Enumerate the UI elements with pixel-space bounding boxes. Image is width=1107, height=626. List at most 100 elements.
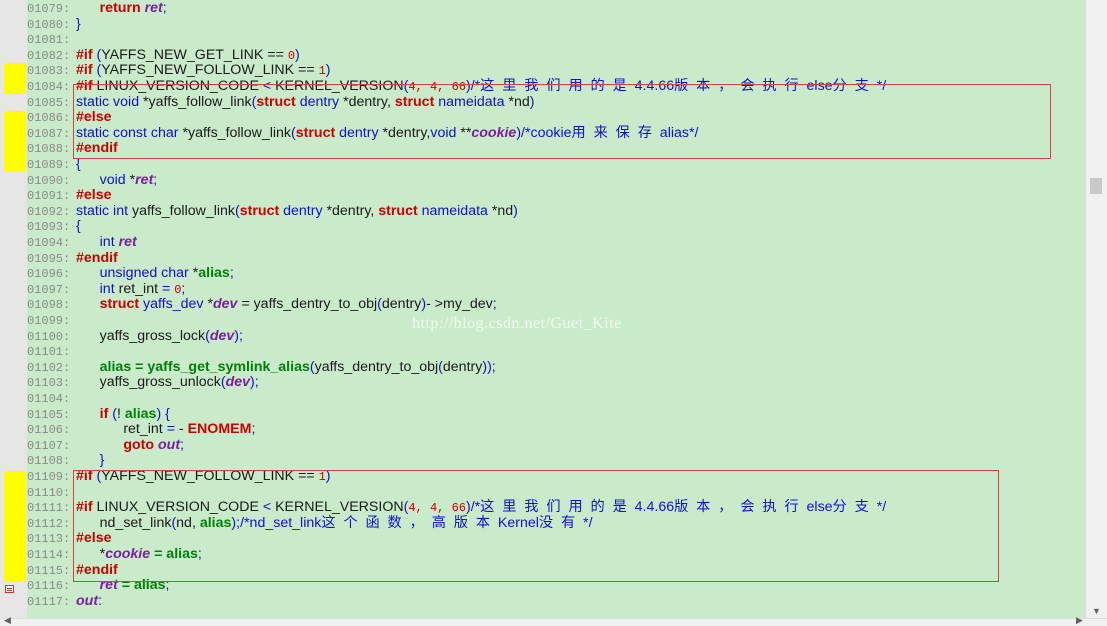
editor-gutter (0, 0, 27, 618)
code-token: ) (325, 62, 331, 79)
code-token: ENOMEM (187, 421, 252, 438)
code-token: struct (378, 202, 422, 219)
code-token: ; (229, 265, 234, 282)
code-token: static int (76, 202, 132, 219)
code-token: ret (118, 234, 137, 250)
line-number: 01091: (27, 189, 71, 204)
code-view[interactable]: 01079: return ret; 01080:} 01081: 01082: #if… (27, 0, 1085, 618)
line-number: 01092: (27, 204, 71, 219)
code-token: dev (225, 374, 251, 391)
code-token: out (76, 592, 99, 609)
code-line: 01095: #endif (27, 249, 118, 267)
code-token: ; (491, 358, 496, 375)
change-marker (4, 111, 26, 141)
code-line: 01093: { (27, 219, 81, 235)
code-token: ; (251, 421, 256, 438)
code-line: 01103: yaffs_gross_unlock(dev); (27, 375, 259, 391)
line-number: 01109: (27, 470, 71, 484)
code-line: 01101: (27, 344, 76, 360)
code-token: YAFFS_NEW_GET_LINK == (101, 46, 288, 63)
vertical-scrollbar[interactable]: ▼ (1085, 0, 1107, 618)
code-token: alias (198, 265, 230, 282)
code-token: ; (162, 0, 167, 16)
code-token: yaffs_follow_link (131, 202, 236, 219)
code-token: ret_int (123, 421, 167, 438)
code-token: int (99, 234, 119, 250)
line-number: 01087: (27, 126, 71, 141)
highlight-box-set-link-block (73, 470, 999, 582)
diff-marker-icon[interactable] (5, 585, 14, 593)
code-token: ; (239, 327, 243, 344)
scrollbar-thumb[interactable] (1090, 178, 1102, 194)
code-line: 01089:{ (27, 156, 81, 173)
scroll-right-arrow-icon[interactable]: ▶ (1076, 615, 1083, 626)
change-marker (4, 63, 26, 94)
line-number: 01101: (27, 345, 71, 360)
code-line: 01081: (27, 32, 76, 48)
code-line: 01083: #if (YAFFS_NEW_FOLLOW_LINK == 1) (27, 63, 331, 79)
code-token: yaffs_dev (143, 296, 208, 313)
line-number: 01090: (27, 173, 71, 188)
code-token: ; (180, 436, 184, 453)
code-token: YAFFS_NEW_FOLLOW_LINK == (101, 62, 319, 79)
code-token: - (178, 421, 188, 438)
code-token: alias (124, 405, 157, 422)
code-token: nameidata (421, 202, 492, 219)
line-number: 01086: (27, 111, 71, 126)
code-token: yaffs_gross_lock (99, 327, 206, 344)
code-token: ! (117, 405, 125, 422)
code-token: ; (254, 374, 259, 391)
code-token: : (98, 592, 103, 609)
code-token: dev (209, 327, 235, 344)
code-token: return (99, 0, 145, 16)
code-token: } (76, 15, 81, 32)
code-token: ; (492, 296, 497, 313)
code-token: = (166, 421, 179, 438)
horizontal-scrollbar[interactable]: ◀ ▶ (0, 615, 1107, 626)
code-token: = yaffs_get_symlink_alias (131, 358, 310, 375)
code-token: = (161, 280, 175, 297)
code-token: ) (295, 46, 300, 63)
code-token: #if (76, 46, 97, 63)
code-token: dentry (283, 202, 327, 219)
code-token: } (99, 452, 105, 469)
code-line: 01108: } (27, 453, 104, 469)
line-number: 01095: (27, 251, 71, 266)
code-token: 0 (287, 48, 296, 63)
code-token: = yaffs_dentry_to_obj (237, 296, 378, 313)
watermark: http://blog.csdn.net/Guet_Kite (412, 315, 622, 332)
code-token: void (99, 171, 130, 188)
line-number: 01082: (27, 48, 71, 63)
line-number: 01107: (27, 438, 71, 453)
line-number: 01110: (27, 485, 71, 500)
code-token: yaffs_gross_unlock (99, 374, 221, 391)
change-marker (4, 471, 26, 582)
line-number: 01085: (27, 95, 71, 110)
code-line: 01080:} (27, 15, 81, 33)
code-token: ) { (156, 405, 170, 422)
code-line: 01106: ret_int = - ENOMEM; (27, 421, 256, 438)
line-number: 01102: (27, 360, 71, 375)
code-token: )) (482, 358, 492, 375)
code-token: #endif (76, 249, 118, 266)
scroll-down-arrow-icon[interactable]: ▼ (1092, 606, 1101, 616)
code-token: ret_int (118, 280, 162, 297)
code-token: unsigned char (99, 265, 193, 282)
line-number: 01094: (27, 236, 71, 250)
code-line: 01097: int ret_int = 0; (27, 280, 185, 298)
line-number: 01106: (27, 423, 71, 438)
code-line: 01105: if (! alias) { (27, 405, 170, 423)
code-line: 01110: (27, 485, 76, 501)
code-token: struct (239, 202, 284, 219)
code-line: 01091: #else (27, 187, 112, 204)
code-line: 01094: int ret (27, 234, 137, 251)
line-number: 01098: (27, 298, 71, 313)
scroll-left-arrow-icon[interactable]: ◀ (4, 615, 11, 626)
code-line: 01090: void *ret; (27, 171, 157, 189)
line-number: 01112: (27, 516, 71, 531)
